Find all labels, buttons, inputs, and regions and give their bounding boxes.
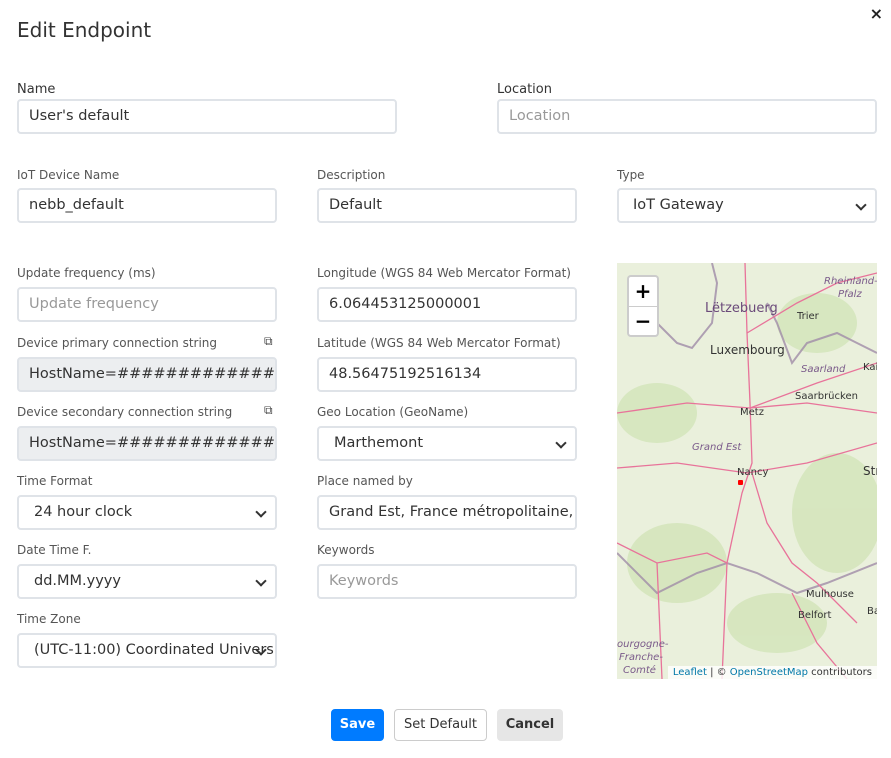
map-label: Kai bbox=[863, 362, 877, 373]
zoom-out-button[interactable]: − bbox=[629, 306, 657, 335]
time-format-label: Time Format bbox=[17, 474, 93, 488]
location-input[interactable]: Location bbox=[497, 99, 877, 134]
primary-connection-input[interactable]: HostName=#################. bbox=[17, 357, 277, 392]
map-label: Luxembourg bbox=[710, 343, 785, 357]
dialog-title: Edit Endpoint bbox=[17, 18, 152, 42]
map-label: Nancy bbox=[737, 467, 769, 478]
map-label: Rheinland- bbox=[824, 276, 877, 287]
map-attribution: Leaflet | © OpenStreetMap contributors bbox=[667, 666, 877, 679]
description-label: Description bbox=[317, 168, 386, 182]
map-label: Lëtzebuerg bbox=[705, 301, 778, 316]
map-label: Grand Est bbox=[692, 442, 742, 453]
keywords-label: Keywords bbox=[317, 543, 375, 557]
map-label: Pfalz bbox=[838, 289, 862, 300]
map-label: Saarland bbox=[801, 364, 846, 375]
map-label: Metz bbox=[740, 407, 764, 418]
map-label: Belfort bbox=[798, 610, 832, 621]
leaflet-link[interactable]: Leaflet bbox=[673, 667, 707, 678]
attribution-separator: | © bbox=[706, 667, 730, 678]
location-marker[interactable] bbox=[738, 480, 743, 485]
map-label: Comté bbox=[623, 665, 656, 676]
map-label: Trier bbox=[797, 311, 819, 322]
set-default-button[interactable]: Set Default bbox=[394, 709, 487, 741]
secondary-connection-label: Device secondary connection string bbox=[17, 405, 233, 419]
date-time-format-label: Date Time F. bbox=[17, 543, 92, 557]
update-frequency-input[interactable]: Update frequency bbox=[17, 287, 277, 322]
copy-icon[interactable]: ⧉ bbox=[264, 334, 273, 349]
location-label: Location bbox=[497, 82, 552, 97]
geo-location-label: Geo Location (GeoName) bbox=[317, 405, 469, 419]
keywords-input[interactable]: Keywords bbox=[317, 564, 577, 599]
place-named-by-label: Place named by bbox=[317, 474, 413, 488]
map-label: ourgogne- bbox=[617, 639, 669, 650]
latitude-label: Latitude (WGS 84 Web Mercator Format) bbox=[317, 336, 561, 350]
map-label: Ba bbox=[867, 606, 877, 617]
type-select[interactable]: IoT Gateway bbox=[617, 188, 877, 223]
longitude-label: Longitude (WGS 84 Web Mercator Format) bbox=[317, 266, 571, 280]
copy-icon[interactable]: ⧉ bbox=[264, 403, 273, 418]
time-format-select[interactable]: 24 hour clock bbox=[17, 495, 277, 530]
place-named-by-input[interactable]: Grand Est, France métropolitaine, Fr bbox=[317, 495, 577, 530]
zoom-in-button[interactable]: + bbox=[629, 277, 657, 306]
longitude-input[interactable]: 6.064453125000001 bbox=[317, 287, 577, 322]
iot-device-name-label: IoT Device Name bbox=[17, 168, 120, 182]
zoom-control: + − bbox=[627, 275, 659, 337]
geo-location-select[interactable]: Marthemont bbox=[317, 426, 577, 461]
type-label: Type bbox=[617, 168, 645, 182]
map[interactable]: Lëtzebuerg Luxembourg Trier Rheinland- P… bbox=[617, 263, 877, 679]
save-button[interactable]: Save bbox=[331, 709, 384, 741]
cancel-button[interactable]: Cancel bbox=[497, 709, 563, 741]
description-input[interactable]: Default bbox=[317, 188, 577, 223]
iot-device-name-input[interactable]: nebb_default bbox=[17, 188, 277, 223]
map-label: Saarbrücken bbox=[795, 391, 858, 402]
map-label: Franche- bbox=[619, 652, 663, 663]
name-input[interactable]: User's default bbox=[17, 99, 397, 134]
update-frequency-label: Update frequency (ms) bbox=[17, 266, 156, 280]
primary-connection-label: Device primary connection string bbox=[17, 336, 218, 350]
date-time-format-select[interactable]: dd.MM.yyyy bbox=[17, 564, 277, 599]
secondary-connection-input[interactable]: HostName=##################t bbox=[17, 426, 277, 461]
osm-link[interactable]: OpenStreetMap bbox=[730, 667, 808, 678]
attribution-suffix: contributors bbox=[808, 667, 872, 678]
latitude-input[interactable]: 48.56475192516134 bbox=[317, 357, 577, 392]
close-icon[interactable]: × bbox=[870, 4, 883, 23]
name-label: Name bbox=[17, 82, 56, 97]
time-zone-select[interactable]: (UTC-11:00) Coordinated Univers bbox=[17, 633, 277, 668]
map-label: Mulhouse bbox=[806, 589, 854, 600]
time-zone-label: Time Zone bbox=[17, 612, 81, 626]
map-label: Str bbox=[863, 464, 877, 478]
